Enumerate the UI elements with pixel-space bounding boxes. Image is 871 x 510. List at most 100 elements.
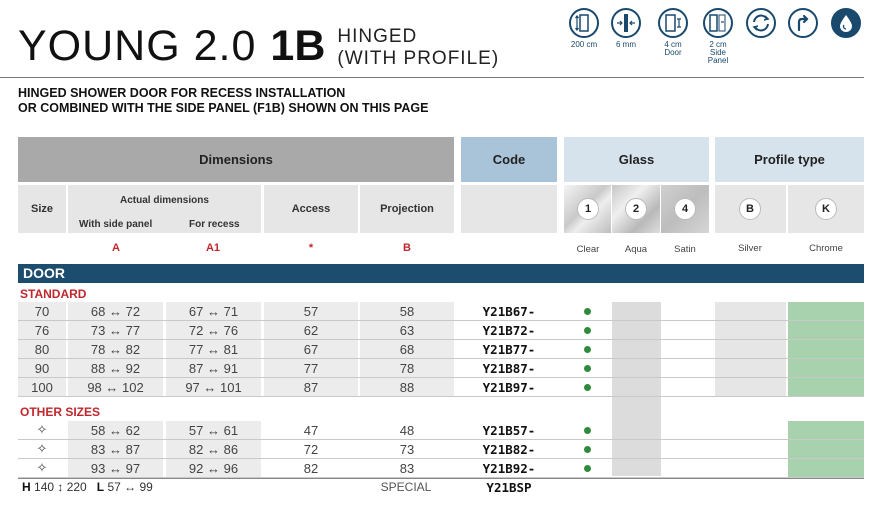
- for-recess-label: For recess: [189, 219, 240, 230]
- water-drop-icon: [831, 8, 861, 38]
- title-code: 1B: [270, 22, 326, 70]
- height-label: 200 cm: [570, 40, 598, 49]
- code-cell: Y21B72-: [482, 322, 536, 338]
- available-dot: [584, 383, 591, 391]
- glass-thickness-icon: [611, 8, 641, 38]
- feature-door-adjust: 4 cm Door: [655, 8, 691, 57]
- chrome-cell: [788, 302, 864, 320]
- profile-k-badge: K: [815, 198, 837, 220]
- for-recess-cell: 82 ↔ 86: [166, 440, 261, 458]
- chrome-cell: [788, 421, 864, 439]
- height-range: 140 ↕ 220: [34, 480, 87, 494]
- silver-cell: [715, 321, 786, 339]
- product-description: HINGED SHOWER DOOR FOR RECESS INSTALLATI…: [18, 86, 428, 116]
- for-recess-cell: 67 ↔ 71: [166, 302, 261, 320]
- projection-cell: 68: [360, 340, 454, 358]
- description-line2: OR COMBINED WITH THE SIDE PANEL (F1B) SH…: [18, 101, 429, 115]
- size-cell: ✧: [36, 441, 48, 456]
- clear-glass-cell: [564, 421, 611, 439]
- table-row: 70 68 ↔ 72 67 ↔ 71 57 58 Y21B67-: [18, 302, 864, 321]
- chrome-cell: [788, 359, 864, 377]
- available-dot: [584, 326, 591, 334]
- standard-section-title: STANDARD: [20, 287, 87, 301]
- table-row: ✧ 58 ↔ 62 57 ↔ 61 47 48 Y21B57-: [18, 421, 864, 440]
- feature-hand: [785, 8, 821, 38]
- with-side-panel-cell: 58 ↔ 62: [68, 421, 163, 439]
- access-cell: 87: [264, 378, 358, 396]
- table-row: ✧ 93 ↔ 97 92 ↔ 96 82 83 Y21B92-: [18, 459, 864, 478]
- code-cell: Y21B67-: [482, 303, 536, 319]
- code-header: Code: [461, 137, 557, 182]
- silver-cell: [715, 340, 786, 358]
- actual-dimensions-label: Actual dimensions: [120, 195, 209, 206]
- finish-chrome-label: Chrome: [809, 243, 843, 254]
- feature-height: 200 cm: [566, 8, 602, 49]
- table-row: ✧ 83 ↔ 87 82 ↔ 86 72 73 Y21B82-: [18, 440, 864, 459]
- silver-cell: [715, 378, 786, 396]
- side-panel-adjust-icon: [703, 8, 733, 38]
- letter-a1: A1: [205, 242, 221, 254]
- title-divider: [0, 77, 864, 78]
- feature-glass-thickness: 6 mm: [608, 8, 644, 49]
- with-side-panel-cell: 78 ↔ 82: [68, 340, 163, 358]
- glass-option-4-badge: 4: [674, 198, 696, 220]
- size-cell: 100: [18, 378, 66, 396]
- code-cell: Y21B77-: [482, 341, 536, 357]
- title-main: YOUNG 2.0: [18, 22, 257, 70]
- size-cell: 76: [18, 321, 66, 339]
- access-cell: 67: [264, 340, 358, 358]
- with-side-panel-cell: 98 ↔ 102: [68, 378, 163, 396]
- finish-clear-label: Clear: [576, 244, 600, 255]
- with-side-panel-cell: 68 ↔ 72: [68, 302, 163, 320]
- clear-glass-cell: [564, 440, 611, 458]
- clear-glass-cell: [564, 359, 611, 377]
- title-subtitle: HINGED (WITH PROFILE): [337, 22, 499, 70]
- size-cell: 80: [18, 340, 66, 358]
- code-cell: Y21B97-: [482, 379, 536, 395]
- table-row: 80 78 ↔ 82 77 ↔ 81 67 68 Y21B77-: [18, 340, 864, 359]
- length-letter: L: [96, 480, 105, 494]
- available-dot: [584, 445, 591, 453]
- subtitle-line1: HINGED: [337, 26, 418, 47]
- finish-aqua-label: Aqua: [624, 244, 648, 255]
- code-cell: Y21B57-: [482, 422, 536, 438]
- clear-glass-cell: [564, 321, 611, 339]
- size-column-header: Size: [18, 185, 66, 233]
- profile-b-badge: B: [739, 198, 761, 220]
- projection-cell: 58: [360, 302, 454, 320]
- profile-type-header: Profile type: [715, 137, 864, 182]
- clear-glass-cell: [564, 340, 611, 358]
- side-panel-adjust-label: 2 cm Side Panel: [707, 40, 729, 65]
- letter-access: *: [308, 242, 314, 254]
- glass-header: Glass: [564, 137, 709, 182]
- code-cell: Y21B87-: [482, 360, 536, 376]
- table-row: 90 88 ↔ 92 87 ↔ 91 77 78 Y21B87-: [18, 359, 864, 378]
- chrome-cell: [788, 340, 864, 358]
- projection-cell: 73: [399, 441, 415, 457]
- for-recess-cell: 87 ↔ 91: [166, 359, 261, 377]
- feature-water: [828, 8, 864, 38]
- door-section-bar: DOOR: [18, 264, 864, 283]
- other-sizes-section-title: OTHER SIZES: [20, 405, 101, 419]
- glass-option-1-badge: 1: [577, 198, 599, 220]
- access-cell: 82: [303, 460, 319, 476]
- product-title: YOUNG 2.0 1B HINGED (WITH PROFILE): [18, 22, 499, 72]
- clear-glass-cell: [564, 459, 611, 477]
- code-cell: Y21B82-: [482, 441, 536, 457]
- height-letter: H: [22, 480, 31, 494]
- reversible-icon: [746, 8, 776, 38]
- chrome-cell: [788, 321, 864, 339]
- access-cell: 47: [303, 422, 319, 438]
- length-range: 57 ↔ 99: [107, 480, 153, 494]
- available-dot: [584, 464, 591, 472]
- for-recess-cell: 57 ↔ 61: [166, 421, 261, 439]
- projection-cell: 48: [399, 422, 415, 438]
- feature-side-panel-adjust: 2 cm Side Panel: [700, 8, 736, 65]
- finish-silver-label: Silver: [738, 243, 762, 254]
- code-cell: Y21B92-: [482, 460, 536, 476]
- size-cell: 70: [18, 302, 66, 320]
- clear-glass-cell: [564, 302, 611, 320]
- for-recess-cell: 77 ↔ 81: [166, 340, 261, 358]
- subtitle-line2: (WITH PROFILE): [337, 48, 500, 69]
- description-line1: HINGED SHOWER DOOR FOR RECESS INSTALLATI…: [18, 86, 346, 100]
